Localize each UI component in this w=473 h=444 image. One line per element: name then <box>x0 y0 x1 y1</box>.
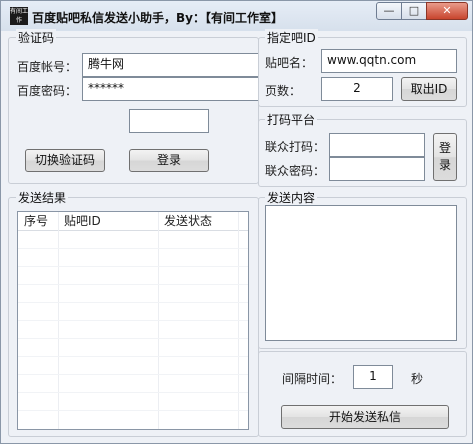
column-header-status[interactable]: 发送状态 <box>164 212 212 230</box>
account-input[interactable]: 腾牛网 <box>82 53 260 77</box>
results-list-header: 序号 贴吧ID 发送状态 <box>18 212 248 231</box>
title-bar: 有间工作 百度贴吧私信发送小助手，By：【有间工作室】 — □ ✕ <box>1 1 472 31</box>
app-window: 有间工作 百度贴吧私信发送小助手，By：【有间工作室】 — □ ✕ 验证码 百度… <box>0 0 473 444</box>
password-label: 百度密码： <box>17 84 78 98</box>
tieba-name-label: 贴吧名： <box>265 56 314 70</box>
minimize-button[interactable]: — <box>376 2 402 20</box>
tieba-name-input[interactable]: www.qqtn.com <box>321 49 457 73</box>
coding-user-input[interactable] <box>329 133 425 157</box>
coding-password-input[interactable] <box>329 157 425 181</box>
interval-label: 间隔时间： <box>282 372 343 386</box>
maximize-button[interactable]: □ <box>401 2 427 20</box>
row-gridline <box>18 356 248 357</box>
pages-input[interactable]: 2 <box>321 77 393 101</box>
row-gridline <box>18 266 248 267</box>
row-gridline <box>18 284 248 285</box>
row-gridline <box>18 410 248 411</box>
interval-input[interactable]: 1 <box>353 365 393 389</box>
login-button[interactable]: 登录 <box>129 149 209 172</box>
row-gridline <box>18 320 248 321</box>
switch-captcha-button[interactable]: 切换验证码 <box>25 149 105 172</box>
message-content-textarea[interactable] <box>265 205 457 341</box>
close-button[interactable]: ✕ <box>426 2 468 20</box>
coding-platform-title: 打码平台 <box>265 111 318 128</box>
column-header-index[interactable]: 序号 <box>24 212 48 230</box>
row-gridline <box>18 392 248 393</box>
row-gridline <box>18 374 248 375</box>
coding-user-label: 联众打码： <box>265 140 326 154</box>
account-label: 百度帐号： <box>17 60 78 74</box>
coding-login-button[interactable]: 登录 <box>433 133 457 181</box>
captcha-input[interactable] <box>129 109 209 133</box>
column-header-tieba-id[interactable]: 贴吧ID <box>64 212 101 230</box>
start-sending-button[interactable]: 开始发送私信 <box>281 405 449 429</box>
app-logo-icon: 有间工作 <box>10 7 29 25</box>
row-gridline <box>18 338 248 339</box>
results-group-title: 发送结果 <box>16 189 69 206</box>
pages-label: 页数： <box>265 84 302 98</box>
content-group-title: 发送内容 <box>265 189 318 206</box>
password-input[interactable]: ****** <box>82 77 260 101</box>
results-list[interactable]: 序号 贴吧ID 发送状态 <box>17 211 249 430</box>
row-gridline <box>18 248 248 249</box>
captcha-group-title: 验证码 <box>16 29 57 46</box>
row-gridline <box>18 302 248 303</box>
window-title: 百度贴吧私信发送小助手，By：【有间工作室】 <box>32 11 283 25</box>
tieba-group-title: 指定吧ID <box>265 29 318 46</box>
interval-unit-label: 秒 <box>411 372 424 386</box>
fetch-id-button[interactable]: 取出ID <box>401 77 457 101</box>
coding-password-label: 联众密码： <box>265 164 326 178</box>
